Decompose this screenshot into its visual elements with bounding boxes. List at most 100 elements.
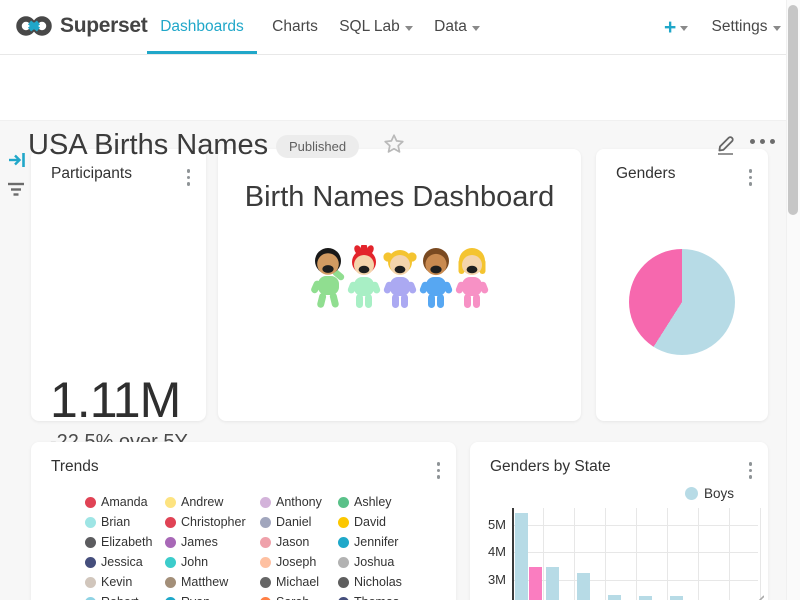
settings-menu[interactable]: Settings xyxy=(706,0,786,54)
kid-green xyxy=(311,248,346,309)
new-item-button[interactable]: + xyxy=(664,0,688,54)
legend-item[interactable]: David xyxy=(338,512,448,532)
gridline xyxy=(729,508,730,600)
nav-menu-sql-lab[interactable]: SQL Lab xyxy=(336,0,416,54)
bar-IL-Boys[interactable] xyxy=(639,596,652,600)
legend-item[interactable]: Ashley xyxy=(338,492,448,512)
dashboard-header: USA Births Names Published xyxy=(0,55,800,121)
legend-item[interactable]: Robert xyxy=(85,592,165,600)
bar-CA-Boys[interactable] xyxy=(515,513,528,600)
y-axis-tick-label: 5M xyxy=(470,517,506,532)
edit-pencil-icon[interactable] xyxy=(712,129,740,162)
resize-handle-icon[interactable] xyxy=(748,592,764,600)
state-bar-chart-plot[interactable]: 5M4M3M xyxy=(470,508,766,600)
kebab-menu-icon[interactable] xyxy=(435,460,443,481)
legend-item[interactable]: John xyxy=(165,552,260,572)
legend-item[interactable]: Ryan xyxy=(165,592,260,600)
nav-tab-dashboards[interactable]: Dashboards xyxy=(147,0,257,54)
legend-item[interactable]: Christopher xyxy=(165,512,260,532)
legend-item[interactable]: Andrew xyxy=(165,492,260,512)
page-scrollbar-track[interactable] xyxy=(786,0,800,600)
bar-OH-Boys[interactable] xyxy=(608,595,621,600)
legend-dot xyxy=(338,537,349,548)
legend-item[interactable]: Brian xyxy=(85,512,165,532)
bar-NY-Boys[interactable] xyxy=(577,573,590,600)
genders-card: Genders xyxy=(596,149,768,421)
legend-label: Michael xyxy=(276,575,319,589)
legend-dot xyxy=(260,537,271,548)
published-badge[interactable]: Published xyxy=(276,135,359,158)
legend-label: Jason xyxy=(276,535,309,549)
plus-icon: + xyxy=(664,17,676,38)
legend-item[interactable]: Elizabeth xyxy=(85,532,165,552)
gridline xyxy=(512,552,758,553)
gridline xyxy=(605,508,606,600)
genders-by-state-card: Genders by State Boys 5M4M3M xyxy=(470,442,768,600)
gridline xyxy=(667,508,668,600)
superset-infinity-icon xyxy=(16,12,52,40)
legend-item[interactable]: Jason xyxy=(260,532,338,552)
chart-title: Participants xyxy=(51,165,132,183)
legend-label: Christopher xyxy=(181,515,246,529)
superset-logo[interactable]: Superset xyxy=(16,12,147,40)
trends-legend: Amanda Andrew Anthony Ashley Brian Christophe… xyxy=(85,492,448,600)
legend-item[interactable]: Thomas xyxy=(338,592,448,600)
genders-pie-chart[interactable] xyxy=(629,249,735,355)
legend-dot xyxy=(165,537,176,548)
filter-funnel-icon[interactable] xyxy=(7,180,27,205)
legend-label: Boys xyxy=(704,486,734,501)
chart-title: Genders by State xyxy=(490,458,611,476)
nav-menu-label: SQL Lab xyxy=(339,18,400,36)
legend-item[interactable]: Michael xyxy=(260,572,338,592)
gridline xyxy=(512,525,758,526)
legend-dot xyxy=(338,517,349,528)
expand-filter-bar-icon[interactable] xyxy=(8,150,28,175)
legend-dot xyxy=(338,497,349,508)
gridline xyxy=(636,508,637,600)
legend-item[interactable]: Nicholas xyxy=(338,572,448,592)
bar-PA-Boys[interactable] xyxy=(670,596,683,600)
legend-item[interactable]: Jessica xyxy=(85,552,165,572)
legend-item[interactable]: Joseph xyxy=(260,552,338,572)
big-number-value: 1.11M xyxy=(50,371,180,429)
favorite-star-icon[interactable] xyxy=(382,132,406,161)
legend-label: Matthew xyxy=(181,575,228,589)
legend-dot xyxy=(85,577,96,588)
bar-CA-Girls[interactable] xyxy=(529,567,542,600)
legend-dot xyxy=(85,557,96,568)
nav-menu-data[interactable]: Data xyxy=(428,0,486,54)
legend-dot xyxy=(338,577,349,588)
nav-tab-label: Charts xyxy=(272,18,318,36)
kid-blue xyxy=(418,248,452,308)
legend-item[interactable]: Joshua xyxy=(338,552,448,572)
legend-item[interactable]: Anthony xyxy=(260,492,338,512)
kebab-menu-icon[interactable] xyxy=(747,460,755,481)
legend-dot xyxy=(85,517,96,528)
legend-item[interactable]: Matthew xyxy=(165,572,260,592)
kebab-menu-icon[interactable] xyxy=(185,167,193,188)
kebab-menu-icon[interactable] xyxy=(747,167,755,188)
legend-item[interactable]: Jennifer xyxy=(338,532,448,552)
legend-label: Daniel xyxy=(276,515,311,529)
legend-item[interactable]: Daniel xyxy=(260,512,338,532)
legend-label: Amanda xyxy=(101,495,148,509)
legend-item[interactable]: Kevin xyxy=(85,572,165,592)
nav-tab-charts[interactable]: Charts xyxy=(262,0,328,54)
dashboard-title: USA Births Names xyxy=(28,129,268,162)
legend-item[interactable]: James xyxy=(165,532,260,552)
legend-dot xyxy=(260,557,271,568)
page-scrollbar-thumb[interactable] xyxy=(788,5,798,215)
legend-item[interactable]: Sarah xyxy=(260,592,338,600)
headline-title: Birth Names Dashboard xyxy=(218,181,581,214)
caret-down-icon xyxy=(680,26,688,31)
chart-title: Trends xyxy=(51,458,99,476)
legend-item-boys[interactable]: Boys xyxy=(685,486,734,501)
legend-label: Joseph xyxy=(276,555,316,569)
bar-TX-Boys[interactable] xyxy=(546,567,559,600)
legend-label: Anthony xyxy=(276,495,322,509)
legend-label: Sarah xyxy=(276,595,309,600)
ellipsis-menu-icon[interactable] xyxy=(750,139,775,144)
participants-card: Participants 1.11M -22.5% over 5Y xyxy=(31,149,206,421)
legend-label: Kevin xyxy=(101,575,132,589)
legend-item[interactable]: Amanda xyxy=(85,492,165,512)
